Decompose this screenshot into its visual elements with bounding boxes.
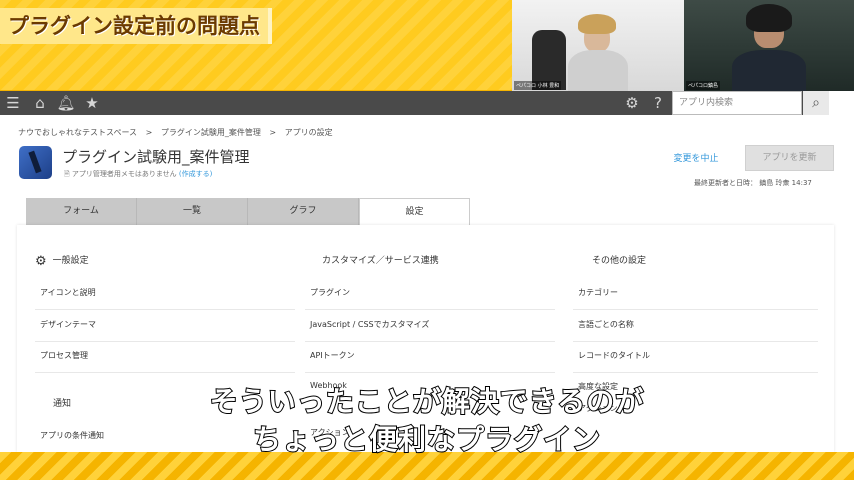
divider xyxy=(305,372,555,373)
link-icon-description[interactable]: アイコンと説明 xyxy=(40,287,96,298)
link-record-title[interactable]: レコードのタイトル xyxy=(578,350,650,361)
app-header-bar: ☰ ⌂ 🔔︎ ★ ⚙ ? アプリ内検索 ⌕ xyxy=(0,91,854,115)
app-memo: 🗎 アプリ管理者用メモはありません (作成する) xyxy=(64,169,212,181)
gear-icon[interactable]: ⚙ xyxy=(622,93,642,113)
link-category[interactable]: カテゴリー xyxy=(578,287,618,298)
tab-list[interactable]: 一覧 xyxy=(137,198,248,225)
divider xyxy=(305,309,555,310)
banner-title: プラグイン設定前の問題点 xyxy=(0,8,272,44)
link-js-css-customize[interactable]: JavaScript / CSSでカスタマイズ xyxy=(310,319,429,330)
webcam-tile-1: ペパコロ 小林 豊和 xyxy=(512,0,684,92)
app-search-input[interactable]: アプリ内検索 xyxy=(672,91,802,115)
memo-create-link[interactable]: (作成する) xyxy=(179,170,212,178)
link-process-management[interactable]: プロセス管理 xyxy=(40,350,88,361)
update-app-button[interactable]: アプリを更新 xyxy=(745,145,834,171)
other-settings-heading: その他の設定 xyxy=(592,256,647,266)
tab-graph[interactable]: グラフ xyxy=(248,198,359,225)
home-icon[interactable]: ⌂ xyxy=(30,93,50,113)
subtitle-line-1: そういったことが解決できるのが xyxy=(209,384,645,419)
menu-icon[interactable]: ☰ xyxy=(3,93,23,113)
link-language-names[interactable]: 言語ごとの名称 xyxy=(578,319,634,330)
link-plugin[interactable]: プラグイン xyxy=(310,287,350,298)
tab-form[interactable]: フォーム xyxy=(26,198,137,225)
breadcrumb-app[interactable]: プラグイン試験用_案件管理 xyxy=(161,128,261,137)
person-body-2 xyxy=(732,50,806,92)
memo-text: アプリ管理者用メモはありません xyxy=(71,170,177,178)
general-settings-heading: ⚙ 一般設定 xyxy=(35,254,89,269)
settings-tabs: フォーム 一覧 グラフ 設定 xyxy=(26,198,472,225)
bell-icon[interactable]: 🔔︎ xyxy=(56,93,76,113)
appbar-right-blank xyxy=(829,91,854,115)
divider xyxy=(573,341,818,342)
help-icon[interactable]: ? xyxy=(648,93,668,113)
divider xyxy=(35,341,295,342)
breadcrumb-space[interactable]: ナウでおしゃれなテストスペース xyxy=(18,128,137,137)
divider xyxy=(35,372,295,373)
customize-heading: カスタマイズ／サービス連携 xyxy=(322,256,439,266)
top-banner: プラグイン設定前の問題点 xyxy=(0,0,512,90)
divider xyxy=(573,309,818,310)
cam1-label: ペパコロ 小林 豊和 xyxy=(514,81,562,90)
divider xyxy=(573,372,818,373)
divider xyxy=(35,309,295,310)
last-updated-info: 最終更新者と日時： 鎮島 玲衆 14:37 xyxy=(694,179,812,187)
link-design-theme[interactable]: デザインテーマ xyxy=(40,319,96,330)
webcam-tile-2: ペパコロ鎮島 xyxy=(684,0,854,92)
app-title: プラグイン試験用_案件管理 xyxy=(62,148,250,166)
breadcrumb-current: アプリの設定 xyxy=(284,128,333,137)
person-hair-2 xyxy=(746,4,792,32)
breadcrumb-sep: > xyxy=(145,128,153,137)
cam2-label: ペパコロ鎮島 xyxy=(686,81,721,90)
person-body-1 xyxy=(568,50,628,92)
search-icon[interactable]: ⌕ xyxy=(803,91,829,115)
tab-settings[interactable]: 設定 xyxy=(359,198,470,225)
star-icon[interactable]: ★ xyxy=(82,93,102,113)
link-api-token[interactable]: APIトークン xyxy=(310,350,355,361)
subtitle-line-2: ちょっと便利なプラグイン xyxy=(252,422,601,457)
divider xyxy=(305,341,555,342)
breadcrumb: ナウでおしゃれなテストスペース > プラグイン試験用_案件管理 > アプリの設定 xyxy=(18,127,339,138)
gear-icon: ⚙ xyxy=(35,254,47,269)
memo-icon: 🗎 xyxy=(64,170,72,178)
app-icon xyxy=(19,146,52,179)
person-hair-1 xyxy=(578,14,616,34)
breadcrumb-sep: > xyxy=(269,128,277,137)
cancel-changes-button[interactable]: 変更を中止 xyxy=(660,147,732,171)
